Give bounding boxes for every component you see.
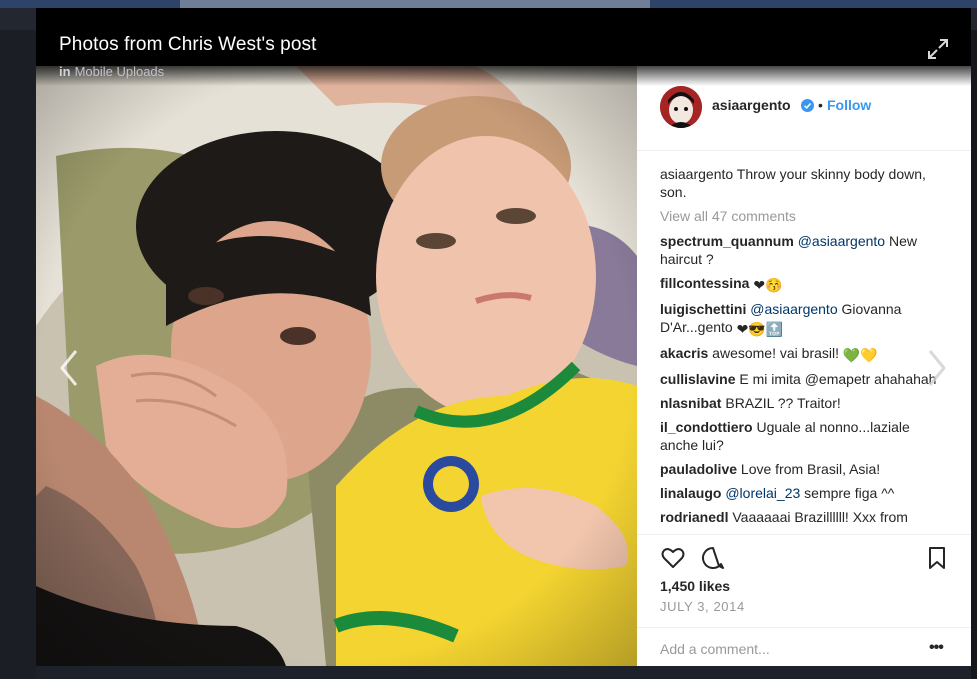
comment-emoji: ❤😎🔝 — [736, 321, 784, 337]
comment-username[interactable]: il_condottiero — [660, 419, 753, 435]
comment-username[interactable]: rodrianedl — [660, 509, 728, 525]
like-count[interactable]: 1,450 likes — [660, 578, 730, 594]
comment-text: awesome! vai brasil! — [708, 345, 843, 361]
more-options-button[interactable]: ••• — [929, 639, 944, 657]
viewer-header: Photos from Chris West's post in Mobile U… — [36, 8, 971, 86]
comment-item: pauladolive Love from Brasil, Asia! — [660, 460, 950, 478]
post-caption: asiaargento Throw your skinny body down,… — [660, 165, 950, 201]
comment-username[interactable]: pauladolive — [660, 461, 737, 477]
comment-icon[interactable] — [700, 545, 726, 571]
comment-item: fillcontessina ❤😚 — [660, 274, 950, 294]
chevron-right-icon[interactable] — [922, 343, 952, 393]
post-date: JULY 3, 2014 — [660, 599, 745, 614]
comment-username[interactable]: luigischettini — [660, 301, 746, 317]
background-right-pane — [971, 30, 977, 679]
comment-item: il_condottiero Uguale al nonno...laziale… — [660, 418, 950, 454]
post-photo — [36, 66, 637, 666]
comment-text: sempre figa ^^ — [800, 485, 895, 501]
comment-mention[interactable]: @asiaargento — [746, 301, 837, 317]
comment-emoji: ❤😚 — [753, 277, 783, 293]
comment-username[interactable]: linalaugo — [660, 485, 721, 501]
avatar-image — [660, 86, 702, 128]
chevron-left-icon[interactable] — [54, 343, 84, 393]
bookmark-icon[interactable] — [924, 545, 950, 571]
comment-username[interactable]: akacris — [660, 345, 708, 361]
comment-username[interactable]: fillcontessina — [660, 275, 749, 291]
album-prefix: in — [59, 64, 71, 79]
follow-button[interactable]: Follow — [827, 97, 871, 113]
caption-username[interactable]: asiaargento — [660, 166, 733, 182]
comment-item: spectrum_quannum @asiaargento New haircu… — [660, 232, 950, 268]
comment-item: rodrianedl Vaaaaaai Brazillllll! Xxx fro… — [660, 508, 950, 529]
background-left-pane — [0, 30, 36, 679]
photo-viewer: Photos from Chris West's post in Mobile U… — [36, 8, 971, 666]
album-link[interactable]: Mobile Uploads — [75, 64, 165, 79]
comment-text: E mi imita @emapetr ahahahah — [735, 371, 937, 387]
comment-mention[interactable]: @asiaargento — [794, 233, 885, 249]
heart-icon[interactable] — [660, 545, 686, 571]
comment-item: luigischettini @asiaargento Giovanna D'A… — [660, 300, 950, 338]
comment-item: cullislavine E mi imita @emapetr ahahaha… — [660, 370, 950, 388]
comment-emoji: 💚💛 — [842, 347, 878, 363]
comment-item: nlasnibat BRAZIL ?? Traitor! — [660, 394, 950, 412]
separator-dot: • — [818, 97, 823, 113]
post-actions: 1,450 likes JULY 3, 2014 Add a comment..… — [637, 534, 971, 666]
instagram-embed-panel: asiaargento • Follow asiaargento Throw y… — [637, 66, 971, 666]
comment-mention[interactable]: @lorelai_23 — [721, 485, 800, 501]
comment-list: asiaargento Throw your skinny body down,… — [660, 165, 950, 529]
viewer-title: Photos from Chris West's post — [59, 34, 317, 55]
expand-icon[interactable] — [927, 38, 949, 60]
viewer-album-line: in Mobile Uploads — [59, 64, 164, 79]
add-comment-bar: Add a comment... ••• — [637, 627, 971, 667]
comment-username[interactable]: spectrum_quannum — [660, 233, 794, 249]
comment-item: akacris awesome! vai brasil! 💚💛 — [660, 344, 950, 364]
avatar[interactable] — [660, 86, 702, 128]
comment-text: BRAZIL ?? Traitor! — [721, 395, 841, 411]
photo-illustration — [36, 66, 637, 666]
comment-username[interactable]: cullislavine — [660, 371, 735, 387]
view-all-comments-link[interactable]: View all 47 comments — [660, 207, 950, 225]
comment-username[interactable]: nlasnibat — [660, 395, 721, 411]
verified-badge-icon — [801, 99, 814, 112]
comment-text: Love from Brasil, Asia! — [737, 461, 881, 477]
add-comment-input[interactable]: Add a comment... — [660, 641, 770, 657]
comment-item: linalaugo @lorelai_23 sempre figa ^^ — [660, 484, 950, 502]
instagram-username[interactable]: asiaargento — [712, 97, 791, 113]
